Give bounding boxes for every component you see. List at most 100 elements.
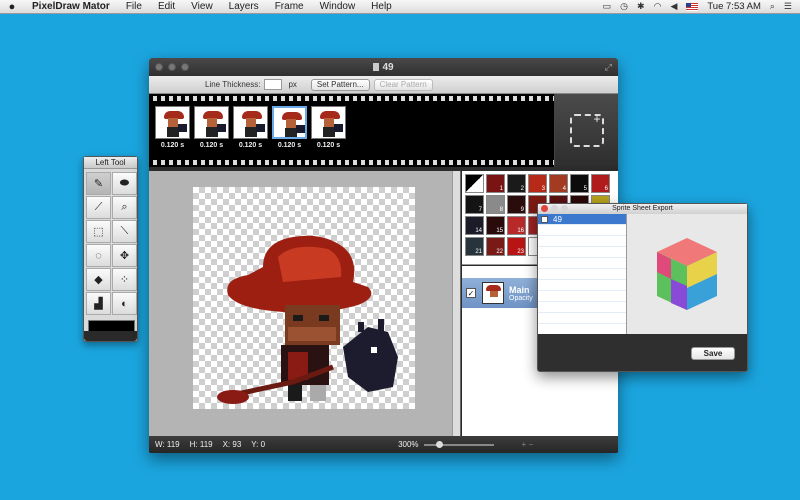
pencil-tool-button[interactable]: ✎	[86, 172, 111, 195]
drawing-canvas[interactable]	[193, 187, 415, 409]
bluetooth-icon[interactable]: ✱	[637, 1, 645, 12]
export-list-item[interactable]	[538, 258, 626, 269]
fullscreen-icon[interactable]: ⤢	[605, 62, 612, 73]
color-swatch[interactable]: 2	[507, 174, 526, 193]
shape-tool-button[interactable]: ◐	[112, 292, 137, 315]
export-list-item[interactable]	[538, 247, 626, 258]
status-y: Y: 0	[251, 440, 266, 449]
swatch-number: 14	[475, 228, 482, 234]
animation-frame[interactable]: 0.120 s	[272, 106, 307, 149]
line-thickness-input[interactable]	[264, 79, 283, 90]
color-swatch[interactable]: 14	[465, 216, 484, 235]
export-titlebar[interactable]: Sprite Sheet Export	[538, 204, 747, 214]
time-machine-icon[interactable]: ◷	[620, 1, 628, 12]
canvas-scrollbar[interactable]	[452, 171, 460, 436]
layer-visibility-checkbox[interactable]: ✓	[466, 288, 476, 298]
volume-icon[interactable]: ◀	[670, 1, 677, 12]
canvas-area	[149, 171, 461, 436]
input-source-flag-icon[interactable]	[686, 2, 699, 11]
export-title: Sprite Sheet Export	[612, 205, 673, 212]
color-swatch[interactable]: 23	[507, 237, 526, 256]
export-list-item[interactable]	[538, 236, 626, 247]
color-swatch[interactable]: 8	[486, 195, 505, 214]
window-titlebar[interactable]: 49 ⤢	[149, 58, 618, 76]
menu-view[interactable]: View	[183, 1, 221, 12]
rect-select-tool-button[interactable]: ⬚	[86, 220, 111, 243]
export-list-item[interactable]: 49	[538, 214, 626, 225]
apple-icon[interactable]: ●	[0, 1, 24, 13]
add-frame-button[interactable]	[569, 112, 604, 147]
layer-info: Main Opacity	[509, 285, 533, 302]
layer-add-remove-buttons[interactable]: + −	[522, 440, 534, 449]
menu-window[interactable]: Window	[312, 1, 364, 12]
color-swatch[interactable]: 15	[486, 216, 505, 235]
move-tool-button[interactable]: ✥	[112, 244, 137, 267]
document-icon	[373, 62, 380, 71]
export-minimize-button[interactable]	[551, 205, 558, 212]
color-swatch[interactable]	[465, 174, 484, 193]
frame-thumb-face	[168, 118, 178, 127]
lasso-tool-button[interactable]: ◌	[86, 244, 111, 267]
eyedropper-tool-button[interactable]: ⟋	[86, 196, 111, 219]
color-swatch[interactable]: 16	[507, 216, 526, 235]
color-swatch[interactable]: 3	[528, 174, 547, 193]
color-swatch[interactable]: 9	[507, 195, 526, 214]
spotlight-search-icon[interactable]: ⌕	[770, 1, 775, 12]
menu-file[interactable]: File	[118, 1, 150, 12]
spray-tool-button[interactable]: ⁘	[112, 268, 137, 291]
swatch-number: 7	[478, 207, 482, 213]
zoom-slider-knob[interactable]	[435, 440, 443, 448]
battery-status-icon[interactable]: ▭	[603, 1, 612, 12]
layer-name: Main	[509, 284, 530, 295]
notification-center-icon[interactable]: ☰	[784, 1, 792, 12]
tool-palette-title[interactable]: Left Tool	[84, 157, 137, 169]
export-list-item[interactable]	[538, 269, 626, 280]
color-swatch[interactable]: 5	[570, 174, 589, 193]
export-list-item[interactable]	[538, 225, 626, 236]
frame-list: 0.120 s 0.120 s 0.120 s 0.120 s 0.120 s	[155, 106, 346, 149]
frame-duration: 0.120 s	[316, 142, 341, 149]
fill-bucket-tool-button[interactable]: ◆	[86, 268, 111, 291]
brush-tool-button[interactable]: ▟	[86, 292, 111, 315]
color-swatch[interactable]: 7	[465, 195, 484, 214]
save-button[interactable]: Save	[691, 346, 735, 360]
export-list-item[interactable]	[538, 291, 626, 302]
swatch-number: 5	[583, 186, 587, 192]
magnifier-tool-button[interactable]: ⌕	[112, 196, 137, 219]
eraser-tool-button[interactable]: ⬬	[112, 172, 137, 195]
menu-help[interactable]: Help	[363, 1, 400, 12]
menubar-clock[interactable]: Tue 7:53 AM	[707, 1, 761, 12]
color-swatch[interactable]: 22	[486, 237, 505, 256]
color-swatch[interactable]: 4	[549, 174, 568, 193]
export-body: 49	[538, 214, 747, 334]
export-window-controls	[541, 205, 568, 212]
lasso-icon: ◌	[95, 249, 102, 262]
menu-app-name[interactable]: PixelDraw Mator	[24, 1, 118, 12]
clear-pattern-button[interactable]: Clear Pattern	[373, 78, 433, 91]
animation-frame[interactable]: 0.120 s	[155, 106, 190, 149]
color-swatch[interactable]: 6	[591, 174, 610, 193]
export-item-checkbox[interactable]	[541, 215, 548, 223]
menu-frame[interactable]: Frame	[267, 1, 312, 12]
export-list-item[interactable]	[538, 302, 626, 313]
frame-thumb-face	[246, 118, 256, 127]
wifi-icon[interactable]: ◠	[654, 1, 662, 12]
frame-duration: 0.120 s	[199, 142, 224, 149]
magnifier-icon: ⌕	[121, 201, 128, 213]
color-swatch[interactable]: 1	[486, 174, 505, 193]
zoom-level: 300%	[398, 440, 419, 449]
animation-frame[interactable]: 0.120 s	[233, 106, 268, 149]
export-close-button[interactable]	[541, 205, 548, 212]
frame-thumbnail	[272, 106, 307, 139]
export-list-item[interactable]	[538, 280, 626, 291]
color-swatch[interactable]: 21	[465, 237, 484, 256]
animation-frame[interactable]: 0.120 s	[194, 106, 229, 149]
set-pattern-button[interactable]: Set Pattern...	[310, 78, 370, 91]
export-zoom-button[interactable]	[561, 205, 568, 212]
menu-layers[interactable]: Layers	[221, 1, 267, 12]
animation-frame[interactable]: 0.120 s	[311, 106, 346, 149]
export-list-item[interactable]	[538, 313, 626, 324]
menu-edit[interactable]: Edit	[150, 1, 183, 12]
zoom-slider[interactable]	[423, 440, 494, 448]
wand-tool-button[interactable]: ⟍	[112, 220, 137, 243]
